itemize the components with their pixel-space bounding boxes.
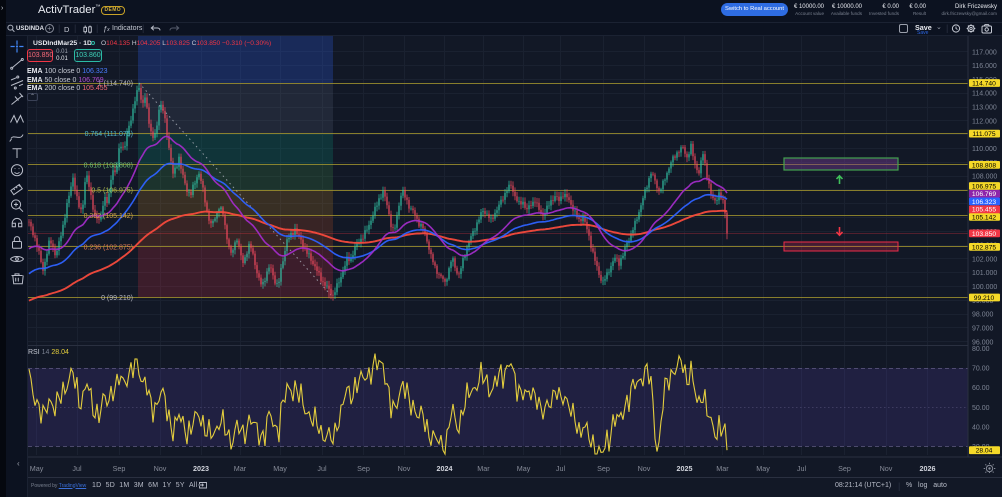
svg-text:Mar: Mar <box>234 464 247 473</box>
svg-text:2024: 2024 <box>437 464 453 473</box>
svg-text:Jul: Jul <box>797 464 807 473</box>
svg-text:Jul: Jul <box>72 464 82 473</box>
svg-text:117.000: 117.000 <box>972 49 997 56</box>
svg-text:110.000: 110.000 <box>972 146 997 153</box>
svg-text:111.075: 111.075 <box>972 131 995 138</box>
svg-text:Nov: Nov <box>398 464 411 473</box>
svg-text:0.5 (106.975): 0.5 (106.975) <box>91 188 133 195</box>
svg-text:98.000: 98.000 <box>972 312 994 319</box>
svg-text:100.000: 100.000 <box>972 284 997 291</box>
svg-text:May: May <box>273 464 287 473</box>
svg-text:97.000: 97.000 <box>972 326 994 333</box>
svg-text:108.808: 108.808 <box>972 162 996 169</box>
svg-text:Sep: Sep <box>357 464 370 473</box>
svg-text:May: May <box>30 464 44 473</box>
svg-text:116.000: 116.000 <box>972 63 997 70</box>
svg-text:0.764 (111.075): 0.764 (111.075) <box>85 131 133 138</box>
svg-text:0.382 (105.142): 0.382 (105.142) <box>84 213 133 220</box>
svg-text:60.00: 60.00 <box>972 385 990 392</box>
svg-text:105.142: 105.142 <box>972 214 996 221</box>
svg-text:113.000: 113.000 <box>972 105 997 112</box>
svg-text:112.000: 112.000 <box>972 118 997 125</box>
svg-text:102.000: 102.000 <box>972 256 997 263</box>
svg-text:106.975: 106.975 <box>972 183 996 190</box>
svg-text:80.00: 80.00 <box>972 346 990 353</box>
svg-text:Mar: Mar <box>477 464 490 473</box>
svg-text:2026: 2026 <box>920 464 936 473</box>
svg-text:108.000: 108.000 <box>972 174 997 181</box>
svg-text:101.000: 101.000 <box>972 270 997 277</box>
svg-text:106.323: 106.323 <box>972 199 996 206</box>
svg-text:50.00: 50.00 <box>972 405 990 412</box>
svg-text:2023: 2023 <box>193 464 209 473</box>
svg-text:0 (99.210): 0 (99.210) <box>101 295 133 302</box>
svg-text:Nov: Nov <box>638 464 651 473</box>
svg-text:114.740: 114.740 <box>972 80 996 87</box>
svg-text:Sep: Sep <box>838 464 851 473</box>
svg-text:Mar: Mar <box>716 464 729 473</box>
svg-text:40.00: 40.00 <box>972 424 990 431</box>
svg-text:0.618 (108.808): 0.618 (108.808) <box>84 162 133 169</box>
svg-text:106.769: 106.769 <box>972 191 996 198</box>
svg-text:28.04: 28.04 <box>976 448 993 455</box>
svg-text:102.875: 102.875 <box>972 244 996 251</box>
svg-text:Nov: Nov <box>154 464 167 473</box>
svg-text:Sep: Sep <box>113 464 126 473</box>
svg-text:114.000: 114.000 <box>972 91 997 98</box>
svg-text:Jul: Jul <box>556 464 566 473</box>
svg-text:Sep: Sep <box>597 464 610 473</box>
svg-text:103.850: 103.850 <box>972 231 996 238</box>
svg-text:Jul: Jul <box>317 464 327 473</box>
svg-text:0.236 (102.875): 0.236 (102.875) <box>84 244 133 251</box>
svg-text:2025: 2025 <box>677 464 693 473</box>
svg-text:70.00: 70.00 <box>972 366 990 373</box>
svg-text:May: May <box>517 464 531 473</box>
svg-text:May: May <box>756 464 770 473</box>
svg-text:Nov: Nov <box>880 464 893 473</box>
svg-text:105.455: 105.455 <box>972 207 996 214</box>
svg-text:99.210: 99.210 <box>974 295 995 302</box>
